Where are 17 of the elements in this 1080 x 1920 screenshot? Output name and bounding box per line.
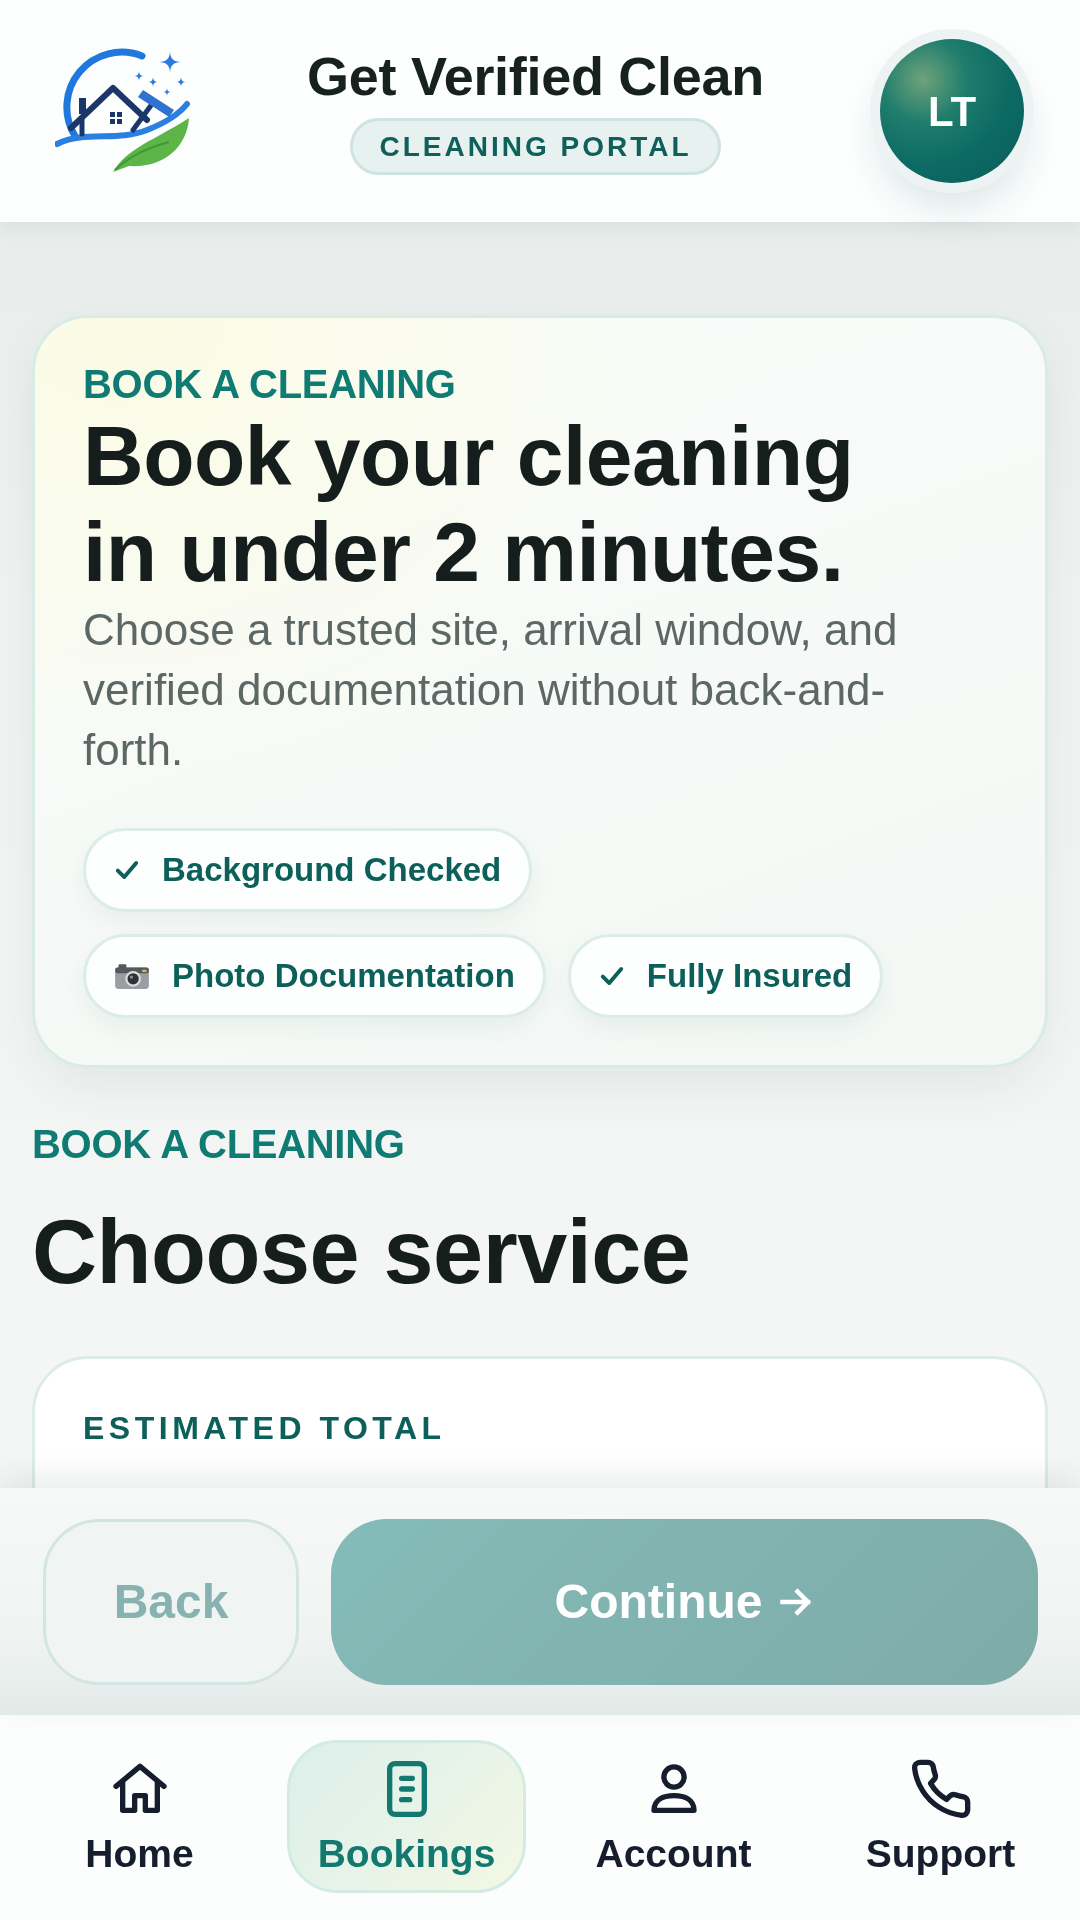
- section-eyebrow: BOOK A CLEANING: [32, 1121, 406, 1168]
- house-logo-icon: [55, 48, 191, 174]
- nav-tab[interactable]: Bookings: [287, 1740, 526, 1893]
- nav-tab[interactable]: Support: [821, 1740, 1060, 1893]
- camera-icon: [114, 962, 150, 990]
- badge-label: Background Checked: [162, 850, 502, 890]
- app-title: Get Verified Clean: [307, 46, 764, 106]
- badge-label: Fully Insured: [646, 956, 853, 996]
- section-title: Choose service: [32, 1201, 692, 1304]
- portal-tag: CLEANING PORTAL: [350, 117, 721, 176]
- hero-description: Choose a trusted site, arrival window, and verified documentation without back-and-forth.: [83, 604, 899, 776]
- estimate-label: ESTIMATED TOTAL: [83, 1409, 447, 1448]
- hero-title: Book your cleaning in under 2 minutes.: [83, 408, 855, 600]
- nav-tab[interactable]: Account: [554, 1740, 793, 1893]
- nav-tab[interactable]: Home: [20, 1740, 259, 1893]
- eyebrow-text: BOOK A CLEANING: [83, 361, 457, 408]
- badge-label: Photo Documentation: [172, 956, 515, 996]
